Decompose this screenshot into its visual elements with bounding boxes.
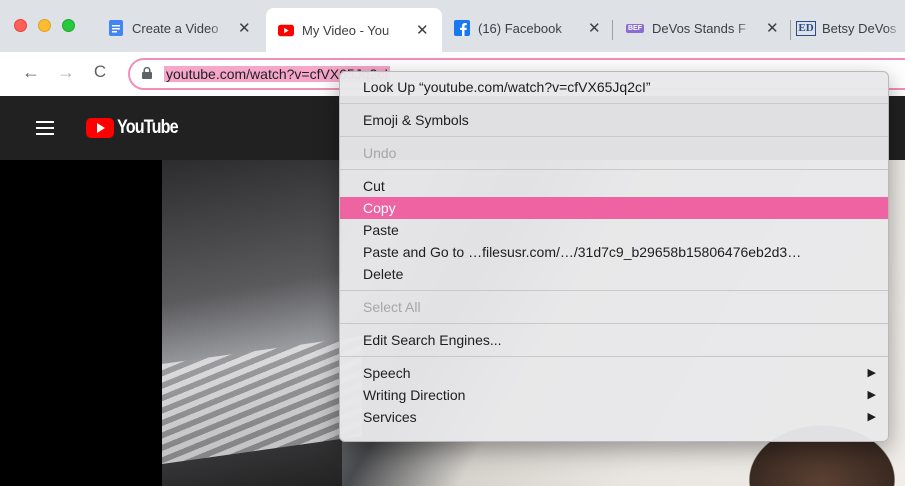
menu-item-label: Services (363, 409, 417, 425)
tab-title: My Video - You (302, 22, 390, 38)
ed-icon: ED (796, 20, 816, 36)
submenu-arrow-icon: ▶ (867, 367, 876, 379)
tab-facebook[interactable]: (16) Facebook ✕ (446, 8, 610, 48)
news-icon: BEF (626, 23, 644, 33)
youtube-play-icon (86, 118, 114, 138)
tab-my-video[interactable]: My Video - You ✕ (266, 8, 442, 52)
tab-title: (16) Facebook (478, 20, 562, 36)
menu-item-emoji-symbols[interactable]: Emoji & Symbols (340, 109, 888, 131)
youtube-logo-text: YouTube (117, 117, 179, 138)
close-tab-icon[interactable]: ✕ (416, 21, 429, 39)
close-tab-icon[interactable]: ✕ (766, 19, 779, 37)
menu-separator (340, 103, 888, 104)
reload-button[interactable]: C (89, 62, 111, 82)
menu-item-label: Speech (363, 365, 411, 381)
menu-item-undo: Undo (363, 145, 397, 161)
menu-item-copy[interactable]: Copy (340, 197, 888, 219)
close-tab-icon[interactable]: ✕ (588, 19, 601, 37)
menu-separator (340, 356, 888, 357)
menu-item-services[interactable]: Services ▶ (340, 406, 888, 428)
context-menu: Look Up “youtube.com/watch?v=cfVX65Jq2cI… (339, 71, 889, 442)
tab-title: Create a Video (132, 20, 219, 36)
tab-strip: Create a Video ✕ My Video - You ✕ (16) F… (0, 0, 905, 58)
menu-item-label: Writing Direction (363, 387, 466, 403)
minimize-window-button[interactable] (38, 19, 51, 32)
close-window-button[interactable] (14, 19, 27, 32)
submenu-arrow-icon: ▶ (867, 389, 876, 401)
menu-item-look-up[interactable]: Look Up “youtube.com/watch?v=cfVX65Jq2cI… (340, 76, 888, 98)
menu-item-select-all: Select All (363, 299, 421, 315)
close-tab-icon[interactable]: ✕ (238, 19, 251, 37)
back-button[interactable]: ← (20, 62, 42, 83)
menu-item-delete[interactable]: Delete (340, 263, 888, 285)
lock-icon[interactable] (142, 67, 152, 79)
menu-item-paste-and-go[interactable]: Paste and Go to …filesusr.com/…/31d7c9_b… (340, 241, 888, 263)
menu-separator (340, 323, 888, 324)
menu-item-writing-direction[interactable]: Writing Direction ▶ (340, 384, 888, 406)
tab-devos-stands[interactable]: BEF DeVos Stands F ✕ (620, 8, 788, 48)
submenu-arrow-icon: ▶ (867, 411, 876, 423)
forward-button[interactable]: → (55, 62, 77, 83)
menu-icon[interactable] (36, 121, 54, 135)
tab-title: DeVos Stands F (652, 20, 746, 36)
tab-title: Betsy DeVos (822, 20, 897, 36)
tab-create-a-video[interactable]: Create a Video ✕ (98, 8, 258, 48)
google-docs-icon (108, 20, 124, 36)
tab-separator (790, 20, 791, 40)
menu-item-speech[interactable]: Speech ▶ (340, 362, 888, 384)
tab-separator (612, 20, 613, 40)
tab-betsy-devos[interactable]: ED Betsy DeVos (796, 8, 905, 48)
menu-item-paste[interactable]: Paste (340, 219, 888, 241)
youtube-icon (278, 22, 294, 38)
menu-separator (340, 290, 888, 291)
youtube-logo[interactable]: YouTube (86, 117, 188, 139)
zoom-window-button[interactable] (62, 19, 75, 32)
menu-item-cut[interactable]: Cut (340, 175, 888, 197)
facebook-icon (454, 20, 470, 36)
menu-item-edit-search-engines[interactable]: Edit Search Engines... (340, 329, 888, 351)
menu-separator (340, 136, 888, 137)
menu-separator (340, 169, 888, 170)
